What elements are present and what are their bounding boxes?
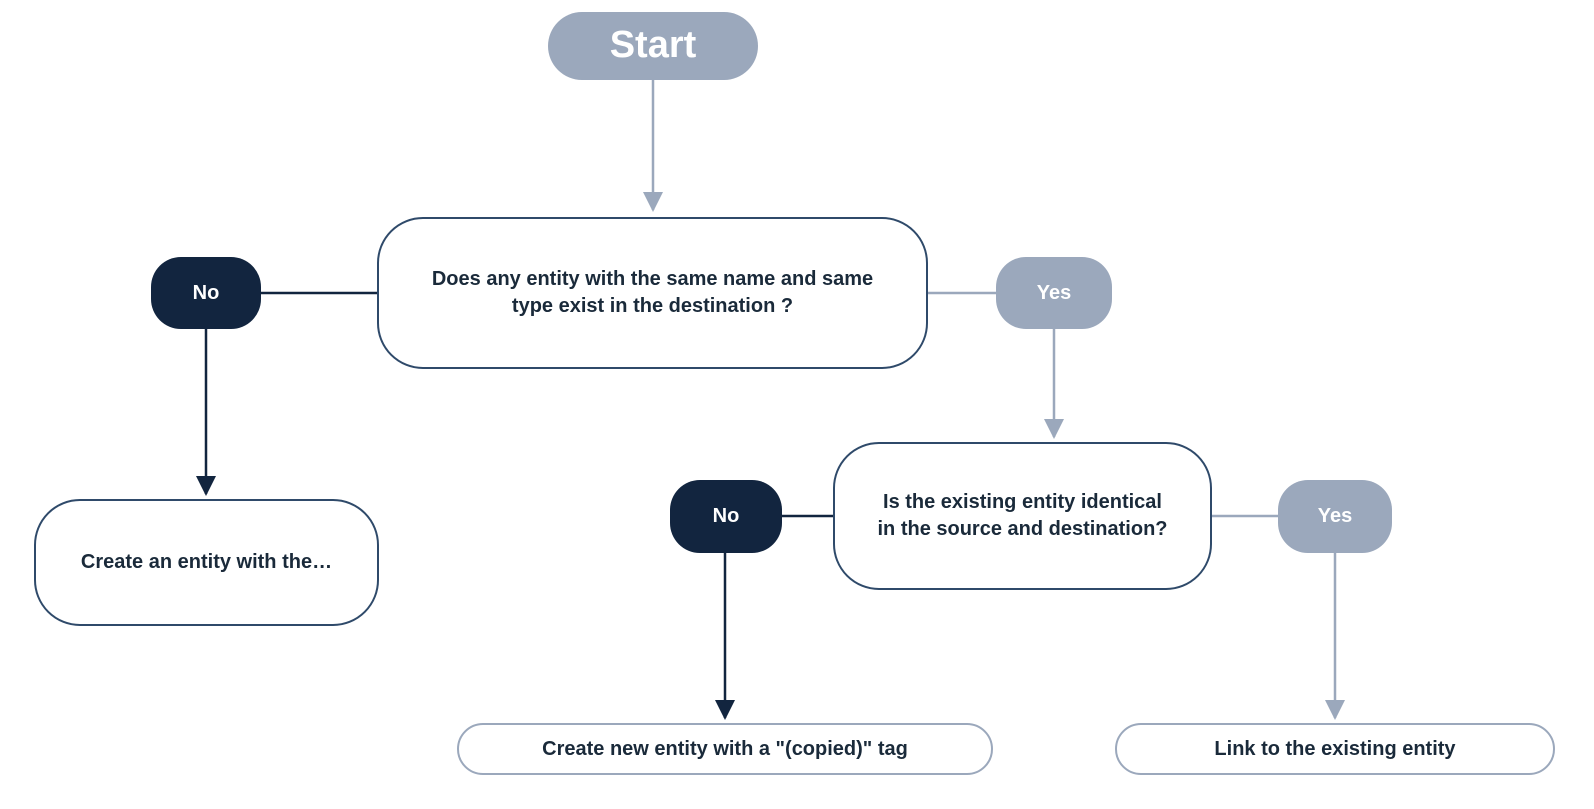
branch-no-1: No bbox=[151, 257, 261, 329]
decision-entity-exists: Does any entity with the same name and s… bbox=[377, 217, 928, 369]
outcome-link-existing: Link to the existing entity bbox=[1115, 723, 1555, 775]
outcome-create-same-name: Create an entity with the… bbox=[34, 499, 379, 626]
branch-no-2: No bbox=[670, 480, 782, 553]
outcome-create-copied: Create new entity with a "(copied)" tag bbox=[457, 723, 993, 775]
decision-identical: Is the existing entity identical in the … bbox=[833, 442, 1212, 590]
start-node: Start bbox=[548, 12, 758, 80]
flow-edges bbox=[0, 0, 1594, 809]
branch-yes-2: Yes bbox=[1278, 480, 1392, 553]
branch-yes-1: Yes bbox=[996, 257, 1112, 329]
